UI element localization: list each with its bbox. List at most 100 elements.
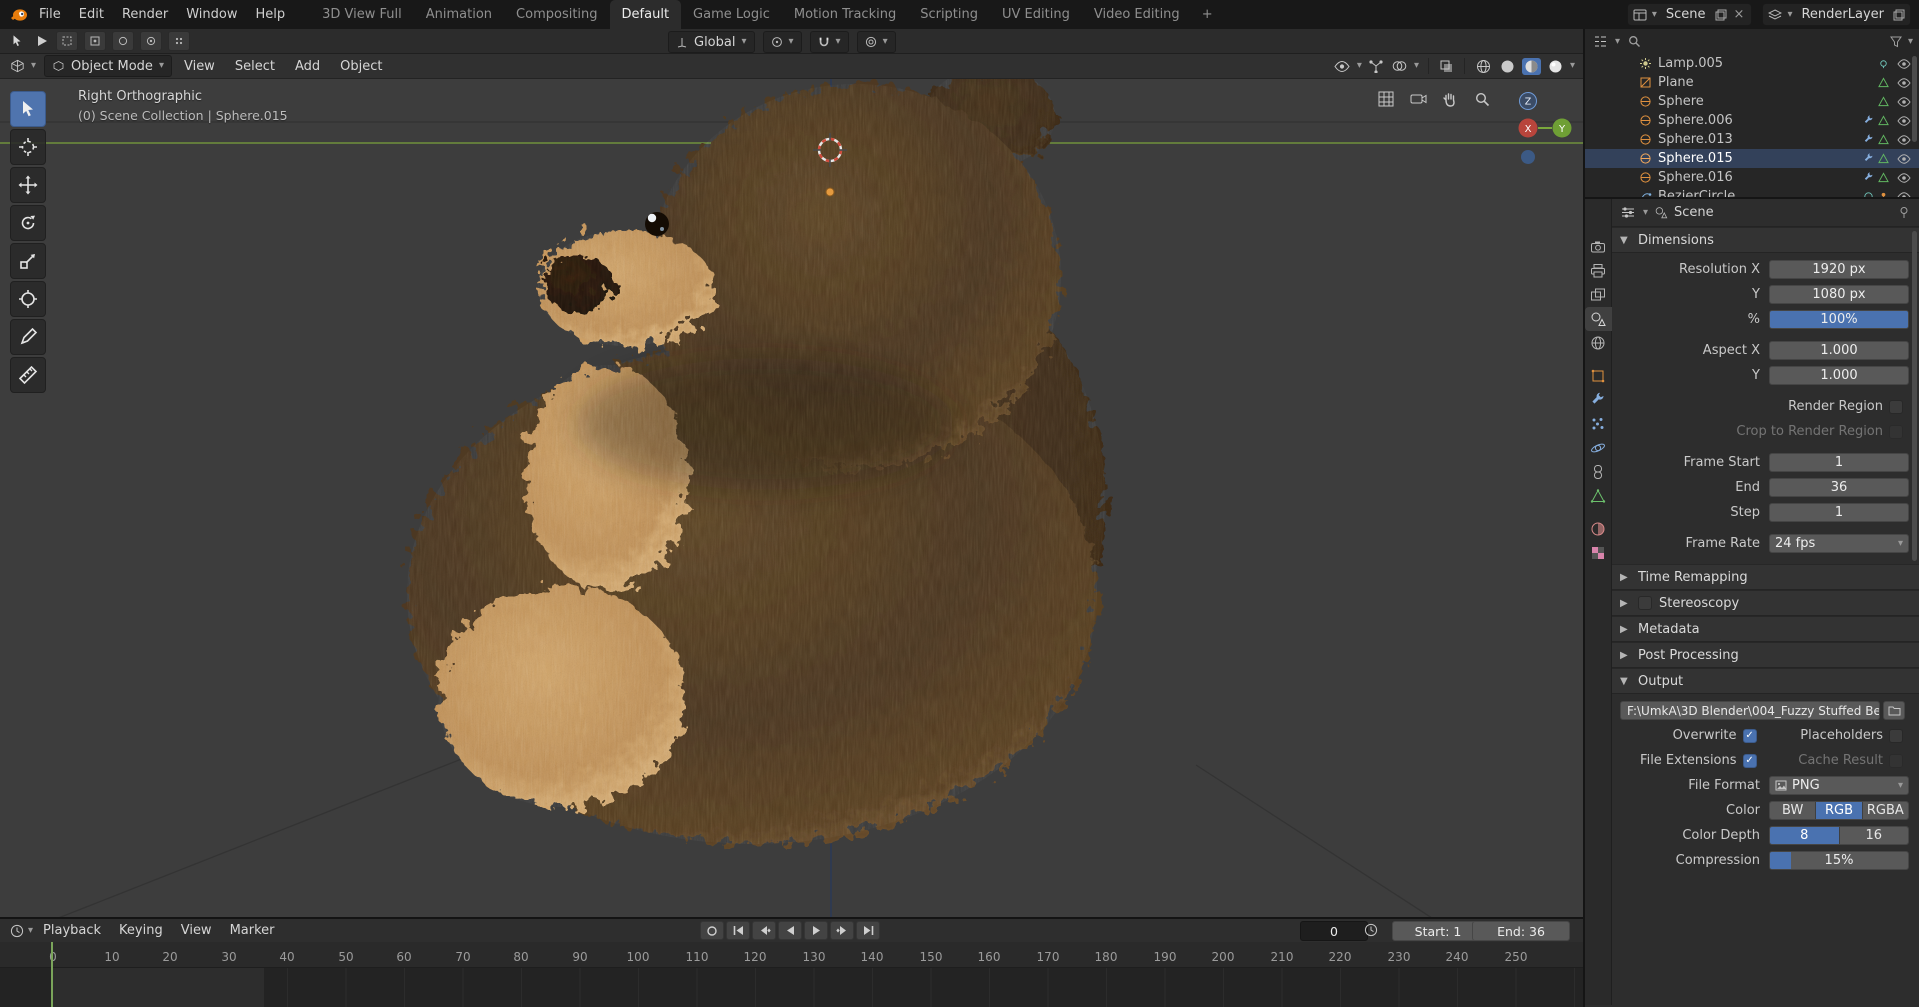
- visibility-eye-icon[interactable]: [1897, 97, 1911, 107]
- frame-end-field[interactable]: End: 36: [1472, 921, 1570, 941]
- xray-toggle-icon[interactable]: [1438, 59, 1455, 74]
- tool-rotate[interactable]: [10, 205, 46, 241]
- shading-material-icon[interactable]: [1522, 58, 1541, 75]
- outliner-item-sphere-016[interactable]: Sphere.016: [1585, 168, 1919, 187]
- outliner-item-beziercircle[interactable]: BezierCircle: [1585, 187, 1919, 199]
- outliner-item-plane[interactable]: Plane: [1585, 73, 1919, 92]
- panel-header-dimensions[interactable]: ▼ Dimensions: [1612, 227, 1919, 253]
- tool-select-box[interactable]: [10, 91, 46, 127]
- camera-view-icon[interactable]: [1405, 87, 1431, 111]
- outliner-item-lamp[interactable]: Lamp.005: [1585, 54, 1919, 73]
- aspect-y-field[interactable]: 1.000: [1769, 366, 1909, 385]
- workspace-tab-scripting[interactable]: Scripting: [908, 0, 990, 29]
- timeline-menu-keying[interactable]: Keying: [111, 923, 171, 938]
- select-mode-toggle-4[interactable]: [140, 31, 162, 51]
- tab-texture[interactable]: [1585, 541, 1612, 565]
- visibility-dropdown-icon[interactable]: [1332, 60, 1352, 73]
- file-extensions-checkbox[interactable]: ✓: [1743, 754, 1757, 768]
- frame-rate-dropdown[interactable]: 24 fps▾: [1769, 534, 1909, 553]
- next-keyframe-button[interactable]: [830, 921, 854, 940]
- panel-header-post-processing[interactable]: ▶ Post Processing: [1612, 642, 1919, 668]
- tab-output[interactable]: [1585, 259, 1612, 283]
- tab-object-data[interactable]: [1585, 484, 1612, 508]
- gizmo-toggle-icon[interactable]: [1367, 58, 1385, 74]
- gizmo-negative-z-axis[interactable]: [1521, 150, 1535, 164]
- menu-window[interactable]: Window: [177, 0, 246, 29]
- unlink-scene-button[interactable]: ×: [1732, 7, 1747, 22]
- frame-step-field[interactable]: 1: [1769, 503, 1909, 522]
- workspace-tab-motion-tracking[interactable]: Motion Tracking: [782, 0, 908, 29]
- new-scene-icon[interactable]: [1715, 9, 1727, 21]
- select-mode-toggle-1[interactable]: [56, 31, 78, 51]
- use-preview-range-icon[interactable]: [1362, 922, 1380, 938]
- viewport-menu-add[interactable]: Add: [287, 59, 328, 74]
- viewport-canvas[interactable]: [0, 79, 1583, 917]
- viewport-menu-object[interactable]: Object: [332, 59, 390, 74]
- select-mode-toggle-3[interactable]: [112, 31, 134, 51]
- tab-scene[interactable]: [1585, 307, 1612, 331]
- shading-rendered-icon[interactable]: [1546, 58, 1565, 75]
- frame-end-field[interactable]: 36: [1769, 478, 1909, 497]
- play-tool-icon[interactable]: [32, 33, 50, 49]
- current-frame-field[interactable]: 0: [1300, 921, 1368, 941]
- scene-selector[interactable]: ▾ Scene ×: [1627, 3, 1753, 26]
- browse-folder-button[interactable]: [1883, 701, 1905, 720]
- jump-to-start-button[interactable]: [726, 921, 750, 940]
- tab-modifiers[interactable]: [1585, 388, 1612, 412]
- viewport-menu-view[interactable]: View: [176, 59, 223, 74]
- menu-help[interactable]: Help: [247, 0, 295, 29]
- resolution-y-field[interactable]: 1080 px: [1769, 285, 1909, 304]
- aspect-x-field[interactable]: 1.000: [1769, 341, 1909, 360]
- tab-world[interactable]: [1585, 331, 1612, 355]
- tool-scale[interactable]: [10, 243, 46, 279]
- tab-physics[interactable]: [1585, 436, 1612, 460]
- editor-type-timeline-icon[interactable]: [8, 923, 26, 939]
- pivot-point-dropdown[interactable]: ▾: [763, 31, 802, 53]
- panel-header-metadata[interactable]: ▶ Metadata: [1612, 616, 1919, 642]
- cache-result-checkbox[interactable]: [1889, 754, 1903, 768]
- outliner-search-icon[interactable]: [1626, 34, 1643, 49]
- navigation-gizmo[interactable]: Z X Y: [1483, 87, 1579, 173]
- render-layer-selector[interactable]: ▾ RenderLayer: [1762, 3, 1911, 26]
- file-format-dropdown[interactable]: PNG▾: [1769, 776, 1909, 795]
- outliner-filter-icon[interactable]: [1888, 35, 1904, 49]
- visibility-eye-icon[interactable]: [1897, 59, 1911, 69]
- panel-header-output[interactable]: ▼ Output: [1612, 668, 1919, 694]
- editor-type-properties-icon[interactable]: [1619, 205, 1637, 220]
- outliner-item-sphere-006[interactable]: Sphere.006: [1585, 111, 1919, 130]
- panel-header-stereoscopy[interactable]: ▶ Stereoscopy: [1612, 590, 1919, 616]
- visibility-eye-icon[interactable]: [1897, 173, 1911, 183]
- tool-measure[interactable]: [10, 357, 46, 393]
- timeline-track-area[interactable]: [0, 968, 1583, 1007]
- pin-icon[interactable]: [1896, 205, 1912, 220]
- overlays-toggle-icon[interactable]: [1390, 59, 1409, 73]
- visibility-eye-icon[interactable]: [1897, 192, 1911, 200]
- timeline-menu-marker[interactable]: Marker: [222, 923, 283, 938]
- visibility-eye-icon[interactable]: [1897, 116, 1911, 126]
- tab-object[interactable]: [1585, 364, 1612, 388]
- add-workspace-button[interactable]: +: [1192, 0, 1223, 29]
- crop-render-region-checkbox[interactable]: [1889, 425, 1903, 439]
- play-reverse-button[interactable]: [778, 921, 802, 940]
- play-button[interactable]: [804, 921, 828, 940]
- timeline-ruler[interactable]: 0 10 20 30 40 50 60 70 80 90 100 110 120…: [0, 942, 1583, 968]
- tool-move[interactable]: [10, 167, 46, 203]
- stereoscopy-checkbox[interactable]: [1638, 596, 1652, 610]
- select-mode-toggle-2[interactable]: [84, 31, 106, 51]
- outliner-item-sphere-015[interactable]: Sphere.015: [1585, 149, 1919, 168]
- depth-16-button[interactable]: 16: [1840, 827, 1909, 844]
- ortho-grid-icon[interactable]: [1373, 87, 1399, 111]
- visibility-eye-icon[interactable]: [1897, 154, 1911, 164]
- workspace-tab-animation[interactable]: Animation: [414, 0, 504, 29]
- transform-orientation-dropdown[interactable]: Global ▾: [668, 31, 755, 53]
- tab-view-layer[interactable]: [1585, 283, 1612, 307]
- color-bw-button[interactable]: BW: [1770, 802, 1816, 819]
- resolution-percentage-slider[interactable]: 100%: [1769, 310, 1909, 329]
- object-origin-dot[interactable]: [826, 188, 834, 196]
- workspace-tab-default[interactable]: Default: [610, 0, 682, 29]
- placeholders-checkbox[interactable]: [1889, 729, 1903, 743]
- resolution-x-field[interactable]: 1920 px: [1769, 260, 1909, 279]
- viewport-3d[interactable]: Right Orthographic (0) Scene Collection …: [0, 79, 1583, 917]
- blender-logo-icon[interactable]: [8, 6, 30, 24]
- menu-file[interactable]: File: [30, 0, 70, 29]
